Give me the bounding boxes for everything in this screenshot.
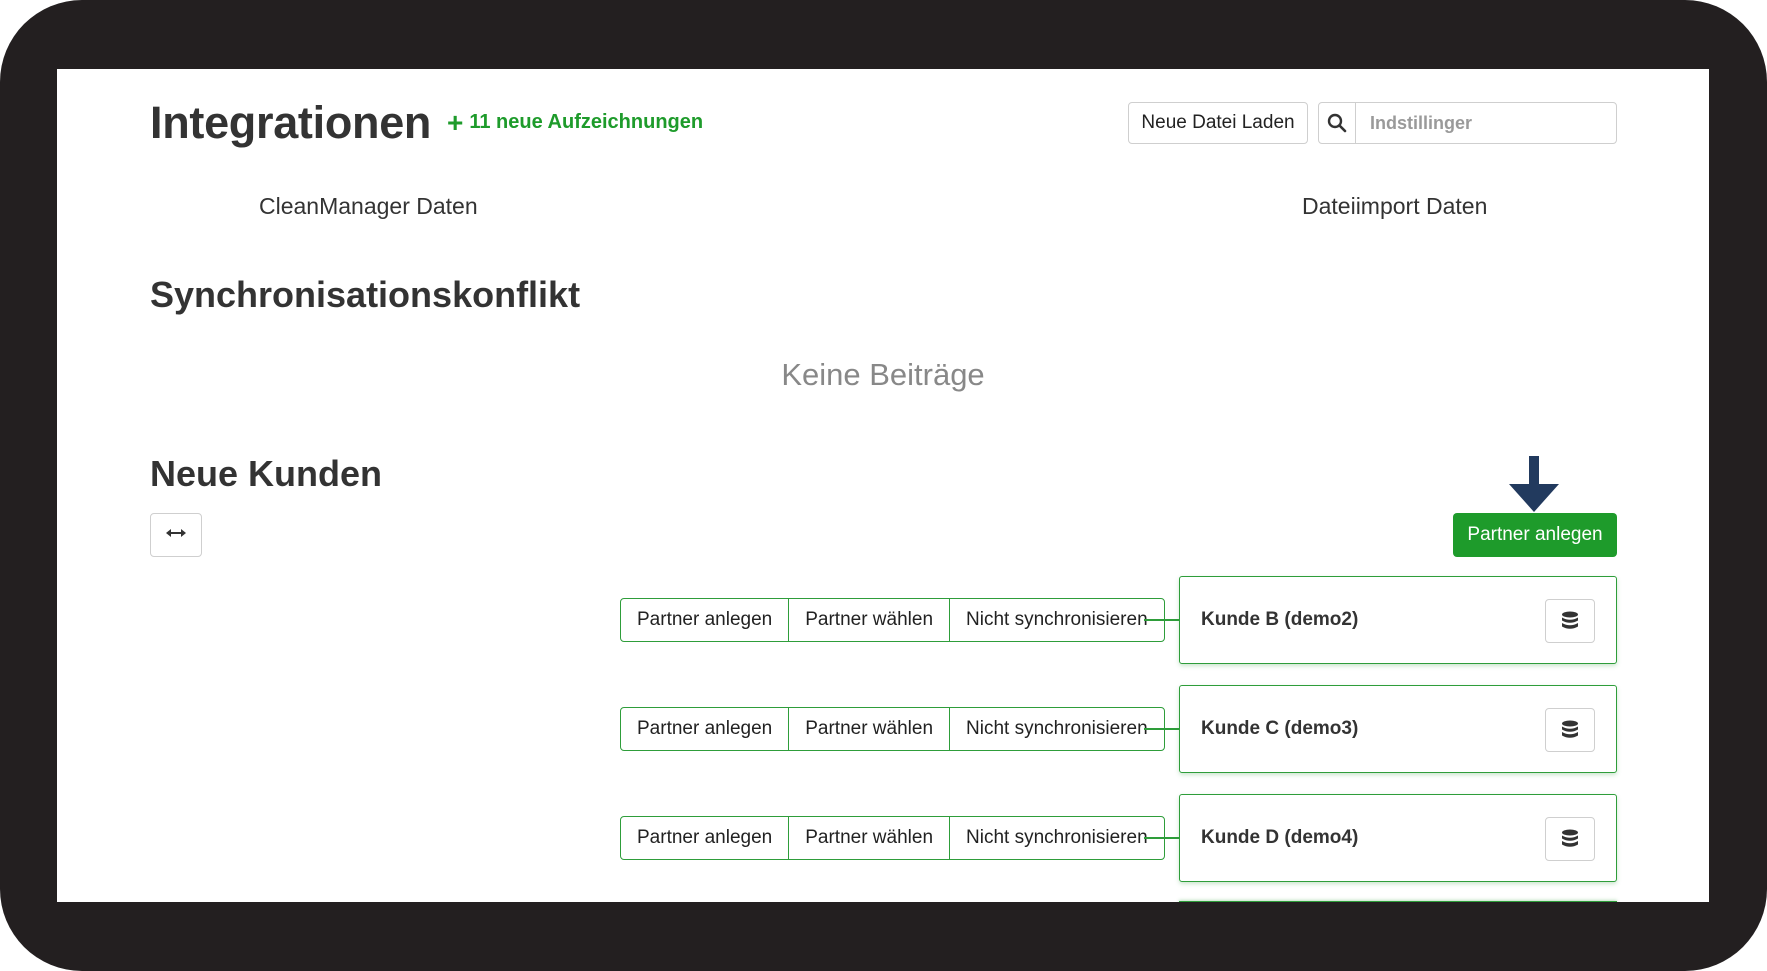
- database-icon: [1562, 720, 1578, 738]
- choose-partner-action[interactable]: Partner wählen: [789, 599, 951, 641]
- database-icon: [1562, 829, 1578, 847]
- create-partner-action[interactable]: Partner anlegen: [621, 599, 790, 641]
- search-icon[interactable]: [1319, 103, 1356, 143]
- customer-card-partial: [1179, 901, 1617, 902]
- new-records-label: 11 neue Aufzeichnungen: [469, 111, 704, 133]
- create-partner-button[interactable]: Partner anlegen: [1453, 513, 1617, 557]
- database-button[interactable]: [1545, 599, 1595, 643]
- row-action-group: Partner anlegen Partner wählen Nicht syn…: [620, 707, 1165, 751]
- customer-card: Kunde B (demo2): [1179, 576, 1617, 664]
- swap-horizontal-icon: [166, 526, 186, 544]
- customer-row: Partner anlegen Partner wählen Nicht syn…: [620, 576, 1617, 664]
- create-partner-action[interactable]: Partner anlegen: [621, 708, 790, 750]
- cleanmanager-column-label: CleanManager Daten: [259, 193, 478, 219]
- create-partner-action[interactable]: Partner anlegen: [621, 817, 790, 859]
- skip-sync-action[interactable]: Nicht synchronisieren: [950, 599, 1164, 641]
- database-button[interactable]: [1545, 708, 1595, 752]
- choose-partner-action[interactable]: Partner wählen: [789, 708, 951, 750]
- database-button[interactable]: [1545, 817, 1595, 861]
- file-import-column-label: Dateiimport Daten: [1302, 193, 1488, 219]
- row-connector: [1144, 728, 1179, 730]
- skip-sync-action[interactable]: Nicht synchronisieren: [950, 708, 1164, 750]
- new-records-link[interactable]: + 11 neue Aufzeichnungen: [447, 106, 704, 138]
- app-screen: Integrationen + 11 neue Aufzeichnungen N…: [57, 69, 1709, 902]
- customer-card: Kunde C (demo3): [1179, 685, 1617, 773]
- row-connector: [1144, 837, 1179, 839]
- row-connector: [1144, 619, 1179, 621]
- search-box: [1318, 102, 1617, 144]
- skip-sync-action[interactable]: Nicht synchronisieren: [950, 817, 1164, 859]
- customer-name: Kunde D (demo4): [1201, 827, 1359, 848]
- load-file-button[interactable]: Neue Datei Laden: [1128, 102, 1308, 144]
- row-action-group: Partner anlegen Partner wählen Nicht syn…: [620, 816, 1165, 860]
- plus-icon: +: [447, 106, 464, 138]
- arrow-down-icon: [1509, 456, 1559, 512]
- customer-name: Kunde B (demo2): [1201, 609, 1359, 630]
- swap-columns-button[interactable]: [150, 513, 202, 557]
- customer-name: Kunde C (demo3): [1201, 718, 1359, 739]
- database-icon: [1562, 611, 1578, 629]
- conflict-heading: Synchronisationskonflikt: [150, 274, 581, 315]
- new-customers-heading: Neue Kunden: [150, 453, 383, 494]
- device-frame: Integrationen + 11 neue Aufzeichnungen N…: [0, 0, 1767, 971]
- row-action-group: Partner anlegen Partner wählen Nicht syn…: [620, 598, 1165, 642]
- customer-card: Kunde D (demo4): [1179, 794, 1617, 882]
- customer-row: Partner anlegen Partner wählen Nicht syn…: [620, 685, 1617, 773]
- empty-message: Keine Beiträge: [781, 357, 985, 392]
- search-input[interactable]: [1356, 103, 1616, 143]
- customer-row: Partner anlegen Partner wählen Nicht syn…: [620, 794, 1617, 882]
- choose-partner-action[interactable]: Partner wählen: [789, 817, 951, 859]
- page-title: Integrationen: [150, 97, 432, 148]
